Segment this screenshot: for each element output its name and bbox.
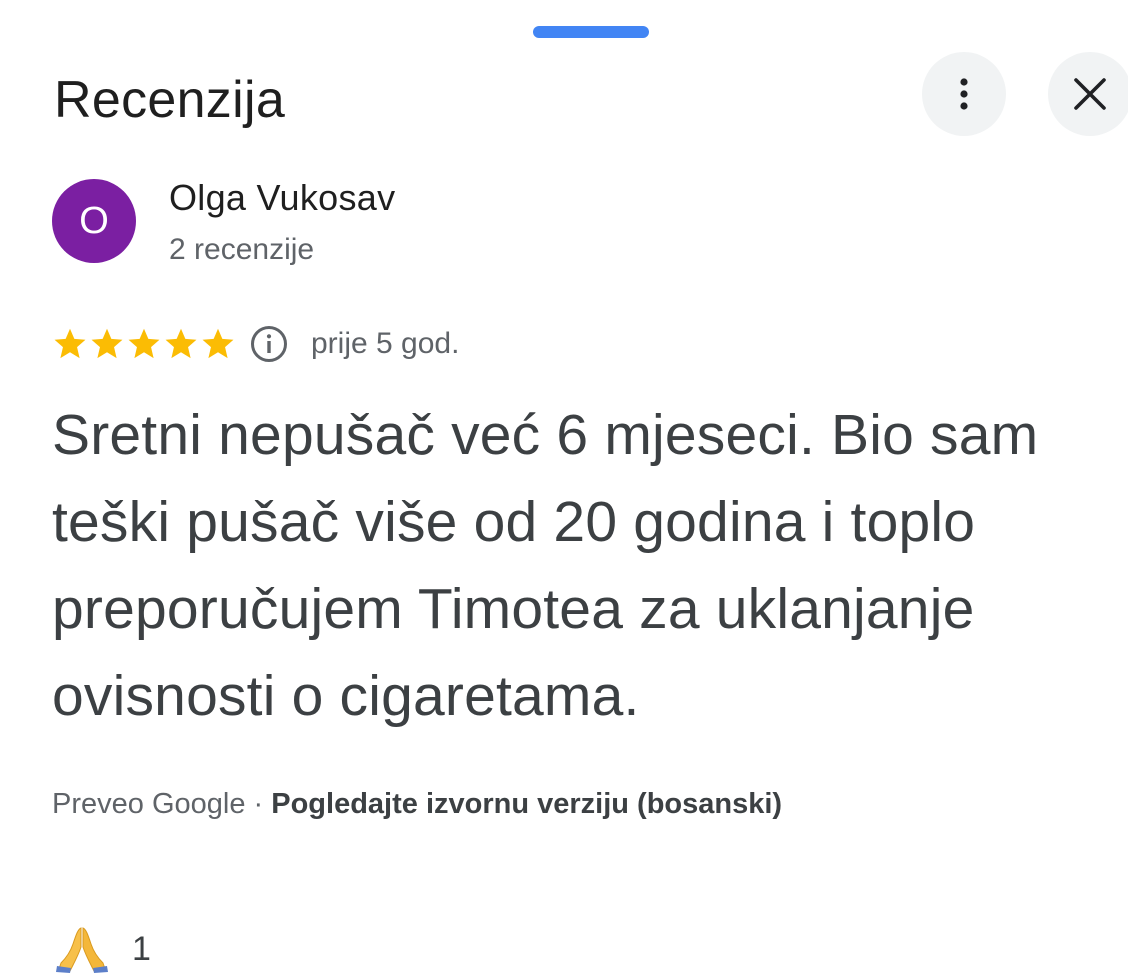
- star-icon: [128, 328, 160, 359]
- star-icon: [54, 328, 86, 359]
- translation-separator: ·: [245, 788, 272, 820]
- reaction-button[interactable]: 1: [56, 924, 151, 974]
- praying-hands-icon: [56, 927, 108, 973]
- author-name[interactable]: Olga Vukosav: [169, 176, 395, 220]
- more-options-button[interactable]: [922, 52, 1006, 136]
- star-rating: [52, 326, 237, 362]
- info-icon[interactable]: [249, 324, 289, 364]
- more-vert-icon: [960, 78, 968, 110]
- review-text: Sretni nepušač već 6 mjeseci. Bio sam te…: [52, 403, 1039, 728]
- page-title: Recenzija: [54, 71, 286, 129]
- review-time: prije 5 god.: [311, 327, 460, 360]
- author-review-count: 2 recenzije: [169, 233, 315, 266]
- translation-note: Preveo Google · Pogledajte izvornu verzi…: [52, 784, 782, 824]
- avatar[interactable]: O: [52, 179, 136, 263]
- view-original-link[interactable]: Pogledajte izvornu verziju (bosanski): [271, 788, 782, 820]
- close-button[interactable]: [1048, 52, 1128, 136]
- reaction-count: 1: [132, 929, 151, 968]
- star-icon: [91, 328, 123, 359]
- rating-row: prije 5 god.: [52, 322, 459, 366]
- translation-prefix: Preveo Google: [52, 788, 246, 820]
- star-icon: [165, 328, 197, 359]
- star-icon: [202, 328, 234, 359]
- drag-handle[interactable]: [533, 26, 649, 38]
- close-icon: [1074, 78, 1106, 110]
